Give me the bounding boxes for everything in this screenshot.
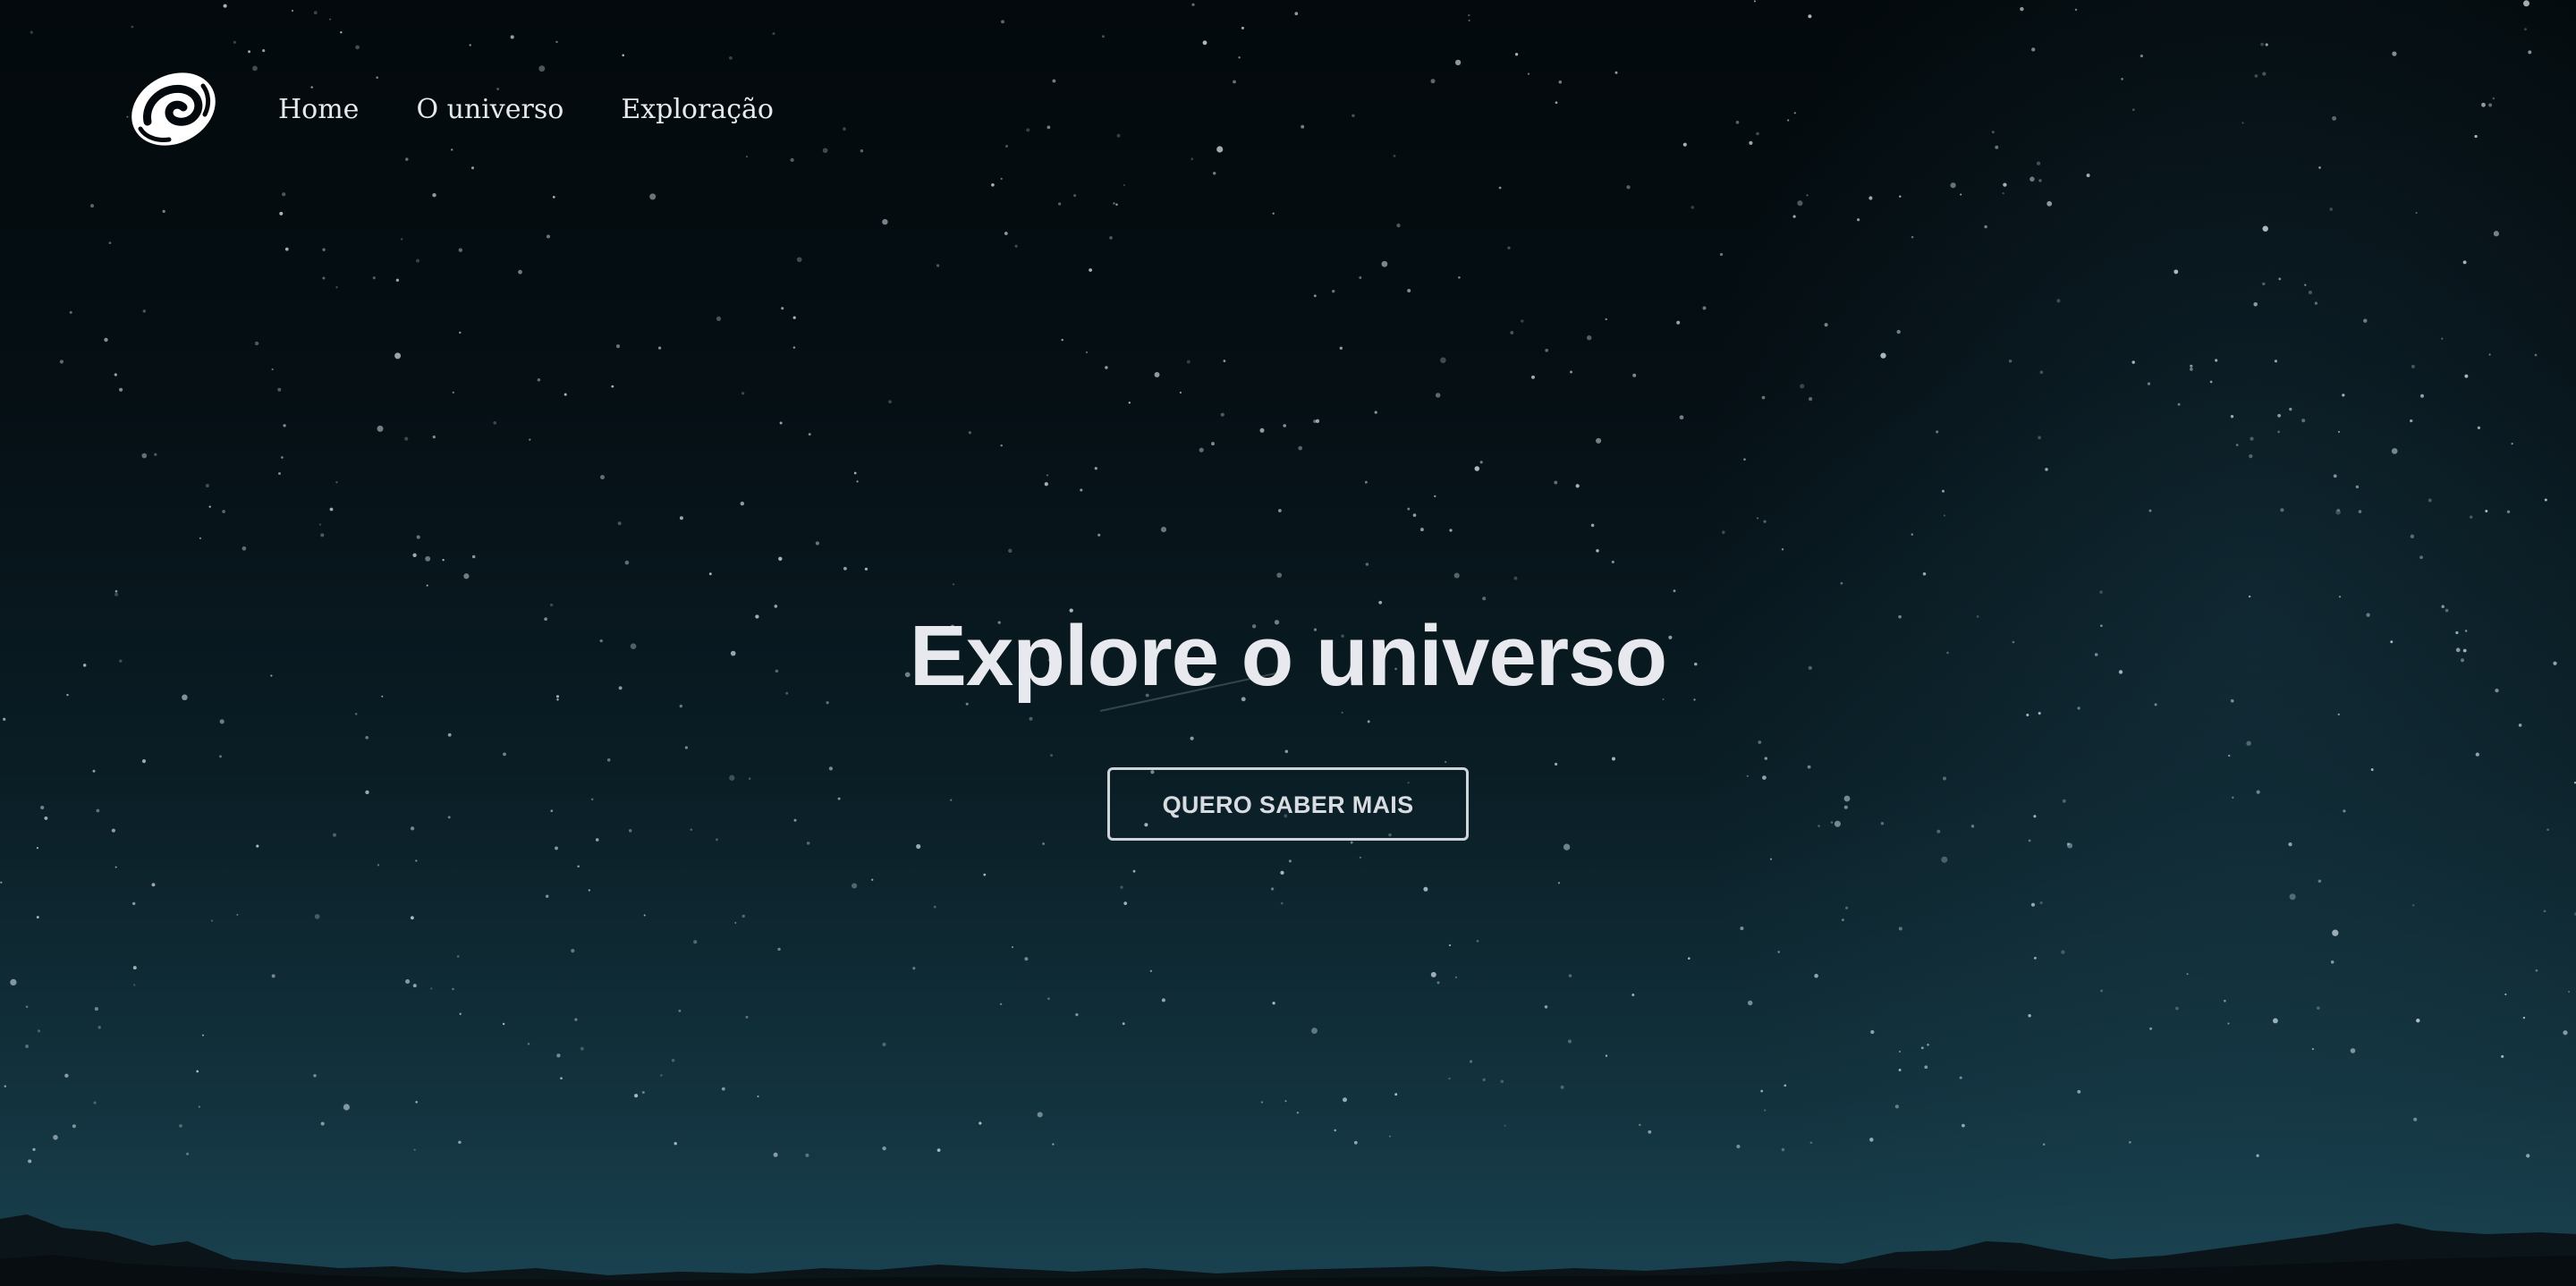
mountain-silhouette [0,1214,2576,1286]
hero-title: Explore o universo [909,608,1667,704]
hero-section: Home O universo Exploração Explore o uni… [0,0,2576,1286]
nav-link-exploracao[interactable]: Exploração [621,94,774,125]
learn-more-button[interactable]: QUERO SABER MAIS [1107,767,1469,841]
hero-content: Explore o universo QUERO SABER MAIS [0,601,2576,841]
nav-link-home[interactable]: Home [278,94,359,125]
nav-links: Home O universo Exploração [278,94,774,125]
main-navbar: Home O universo Exploração [128,66,774,152]
nav-link-o-universo[interactable]: O universo [416,94,564,125]
spiral-galaxy-icon[interactable] [128,66,219,152]
